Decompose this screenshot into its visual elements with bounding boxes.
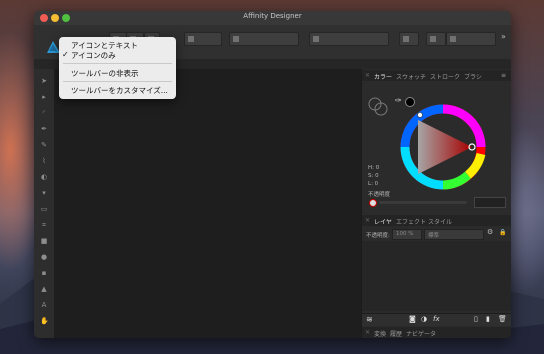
checkmark-icon: ✓ [62,50,69,59]
close-icon[interactable]: ✕ [365,72,370,79]
panel-menu-icon[interactable]: ≡ [501,72,506,79]
menu-separator [63,63,172,64]
view-mode-dropdown[interactable] [446,32,496,46]
right-panel: ✕ カラー スウォッチ ストローク ブラシ ≡ ✑ H: 0 S: 0 L: 0… [361,69,511,338]
tab-history[interactable]: 履歴 [390,329,402,338]
layers-footer: ≋ ◙ ◑ fx ▯ ▮ 🗑 [362,313,511,326]
opacity-field[interactable] [474,197,506,208]
brush-tool-icon[interactable]: ⌇ [40,157,48,165]
color-wheel[interactable] [398,102,488,192]
tab-layers[interactable]: レイヤ [374,217,392,226]
opacity-label: 不透明度 [368,192,391,198]
stack-icon[interactable]: ≋ [366,315,373,324]
fx-icon[interactable]: fx [433,315,440,323]
new-layer-icon[interactable]: ▯ [474,315,478,323]
layer-opacity-field[interactable]: 100 % [392,229,422,240]
lightness-value: L: 0 [368,181,379,187]
grid-toggle-button[interactable] [184,32,222,46]
rectangle-tool-icon[interactable]: ■ [40,237,48,245]
tab-stroke[interactable]: ストローク [430,72,460,81]
crop-tool-icon[interactable]: ⌗ [40,221,48,229]
layers-list[interactable] [362,241,511,311]
chevron-right-icon[interactable]: » [501,32,506,41]
menu-item-icons-only[interactable]: アイコンのみ [71,50,116,61]
bottom-panel-tabs: ✕ 変換 履歴 ナビゲータ [362,327,511,338]
node-tool-icon[interactable]: ▸ [40,93,48,101]
mask-icon[interactable]: ◙ [409,315,416,323]
close-icon[interactable]: ✕ [365,217,370,224]
canvas-area[interactable] [55,69,361,338]
adjustment-icon[interactable]: ◑ [421,315,427,323]
layers-panel-tabs: ✕ レイヤ エフェクト スタイル [362,215,511,226]
opacity-slider[interactable] [379,201,467,204]
gear-icon[interactable]: ⚙ [487,228,493,236]
move-tool-icon[interactable]: ➤ [40,77,48,85]
saturation-value: S: 0 [368,173,379,179]
pen-tool-icon[interactable]: ✒ [40,125,48,133]
hand-tool-icon[interactable]: ✋ [40,317,49,325]
blend-mode-select[interactable]: 標準 [424,229,484,240]
menu-item-customize-toolbar[interactable]: ツールバーをカスタマイズ... [71,85,168,96]
fill-stroke-icon[interactable] [367,95,389,117]
pencil-tool-icon[interactable]: ✎ [40,141,48,149]
menu-item-hide-toolbar[interactable]: ツールバーの非表示 [71,68,139,79]
tools-panel: ➤ ▸ ◜ ✒ ✎ ⌇ ◐ ▾ ▭ ⌗ ■ ● ▪ ▲ A ✋ [34,69,55,338]
window-title: Affinity Designer [243,12,302,20]
trash-icon[interactable]: 🗑 [498,315,507,323]
color-panel-tabs: ✕ カラー スウォッチ ストローク ブラシ ≡ [362,70,511,81]
tab-effects[interactable]: エフェクト [396,217,426,226]
title-bar: Affinity Designer [34,11,511,25]
tab-swatches[interactable]: スウォッチ [396,72,426,81]
image-tool-icon[interactable]: ▭ [40,205,48,213]
hue-value: H: 0 [368,165,380,171]
no-fill-icon[interactable] [369,199,377,207]
menu-separator [63,81,172,82]
tab-color[interactable]: カラー [374,72,392,81]
align-button-group[interactable] [309,32,389,46]
duplicate-icon[interactable]: ▮ [486,315,490,323]
close-icon[interactable]: ✕ [365,329,370,336]
tab-transform[interactable]: 変換 [374,329,386,338]
rounded-rect-tool-icon[interactable]: ▪ [40,269,48,277]
corner-tool-icon[interactable]: ◜ [40,109,48,117]
snapping-button-group[interactable] [229,32,299,46]
transparency-tool-icon[interactable]: ▾ [40,189,48,197]
ellipse-tool-icon[interactable]: ● [40,253,48,261]
layer-opacity-label: 不透明度: [366,233,390,239]
tab-brushes[interactable]: ブラシ [464,72,482,81]
toolbar-context-menu: アイコンとテキスト ✓ アイコンのみ ツールバーの非表示 ツールバーをカスタマイ… [59,37,176,99]
text-tool-icon[interactable]: A [40,301,48,309]
triangle-tool-icon[interactable]: ▲ [40,285,48,293]
lock-icon[interactable]: 🔒 [499,229,506,236]
tab-styles[interactable]: スタイル [428,217,452,226]
tab-navigator[interactable]: ナビゲータ [406,329,436,338]
fill-tool-icon[interactable]: ◐ [40,173,48,181]
boolean-button[interactable] [426,32,446,46]
arrange-button[interactable] [399,32,419,46]
